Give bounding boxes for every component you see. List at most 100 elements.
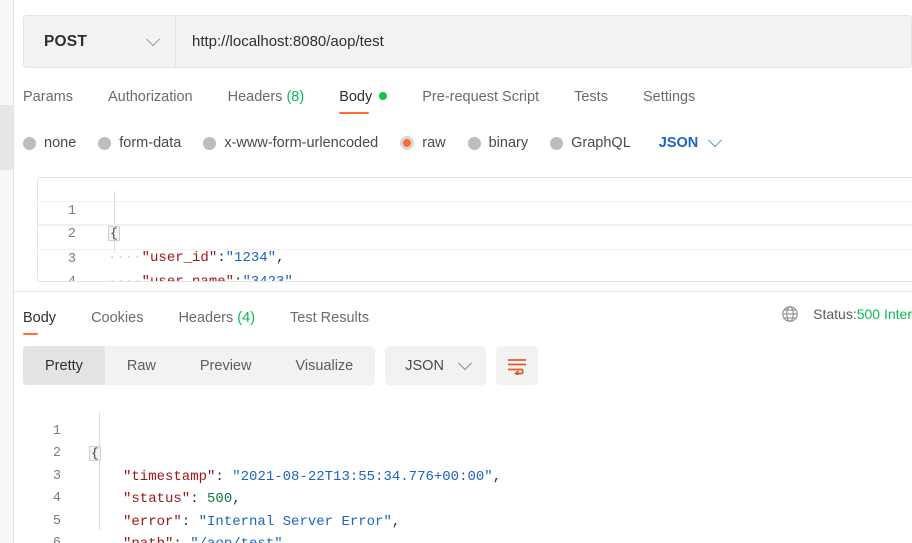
code-line: 3 ····"user_name":"3423"	[38, 225, 912, 250]
response-view-mode-group: Pretty Raw Preview Visualize	[23, 346, 375, 385]
radio-form-data-mark	[98, 137, 111, 150]
view-mode-pretty-label: Pretty	[45, 358, 83, 374]
view-mode-raw[interactable]: Raw	[105, 346, 178, 385]
line-number: 6	[23, 533, 61, 543]
request-body-editor[interactable]: 1 { 2 ····"user_id":"1234", 3 ····"user_…	[37, 177, 912, 282]
code-indent: ····	[108, 274, 142, 282]
radio-form-data[interactable]: form-data	[98, 135, 181, 151]
url-value: http://localhost:8080/aop/test	[192, 33, 384, 50]
radio-graphql-label: GraphQL	[571, 135, 631, 151]
tab-authorization-label: Authorization	[108, 89, 193, 105]
json-colon: :	[173, 536, 190, 543]
tab-body[interactable]: Body	[339, 89, 387, 114]
json-quote-close: "	[274, 536, 282, 543]
response-format-label: JSON	[405, 358, 444, 374]
radio-form-data-label: form-data	[119, 135, 181, 151]
code-line: 1 {	[38, 178, 912, 201]
tab-tests[interactable]: Tests	[574, 89, 608, 114]
tab-params[interactable]: Params	[23, 89, 73, 114]
response-tab-cookies[interactable]: Cookies	[91, 310, 143, 335]
response-tab-cookies-label: Cookies	[91, 310, 143, 326]
tab-headers[interactable]: Headers (8)	[228, 89, 305, 114]
response-toolbar: Pretty Raw Preview Visualize JSON	[23, 346, 538, 385]
view-mode-visualize-label: Visualize	[295, 358, 353, 374]
tab-headers-label: Headers	[228, 89, 283, 105]
http-method-select[interactable]: POST	[24, 16, 176, 67]
green-dot-icon	[379, 92, 387, 100]
response-tab-body[interactable]: Body	[23, 310, 56, 335]
response-tab-headers[interactable]: Headers (4)	[178, 310, 255, 335]
tab-params-label: Params	[23, 89, 73, 105]
word-wrap-icon	[506, 357, 528, 375]
radio-graphql[interactable]: GraphQL	[550, 135, 631, 151]
tab-pre-request-script[interactable]: Pre-request Script	[422, 89, 539, 114]
view-mode-pretty[interactable]: Pretty	[23, 346, 105, 385]
view-mode-preview-label: Preview	[200, 358, 252, 374]
code-line: 4 }	[38, 250, 912, 273]
radio-raw-mark	[400, 136, 414, 150]
code-line: 4 "error": "Internal Server Error",	[23, 466, 912, 489]
radio-raw-label: raw	[422, 135, 445, 151]
code-line: 2 ····"user_id":"1234",	[38, 201, 912, 226]
url-input[interactable]: http://localhost:8080/aop/test	[176, 16, 911, 67]
body-type-radio-group: none form-data x-www-form-urlencoded raw…	[23, 130, 720, 156]
postman-request-response-view: POST http://localhost:8080/aop/test Para…	[0, 0, 912, 543]
tab-authorization[interactable]: Authorization	[108, 89, 193, 114]
json-quote-open: "	[190, 536, 198, 543]
radio-x-www-form-urlencoded-label: x-www-form-urlencoded	[224, 135, 378, 151]
radio-none-mark	[23, 137, 36, 150]
response-tab-test-results[interactable]: Test Results	[290, 310, 369, 335]
globe-icon[interactable]	[781, 305, 799, 323]
radio-none[interactable]: none	[23, 135, 76, 151]
request-pane: POST http://localhost:8080/aop/test Para…	[14, 0, 912, 291]
radio-x-www-form-urlencoded-mark	[203, 137, 216, 150]
tab-body-label: Body	[339, 89, 372, 105]
radio-binary-mark	[468, 137, 481, 150]
status-label: Status:	[813, 306, 857, 322]
line-number: 4	[38, 272, 76, 282]
code-line: 2 "timestamp": "2021-08-22T13:55:34.776+…	[23, 421, 912, 444]
tab-headers-count: (8)	[286, 89, 304, 105]
url-bar: POST http://localhost:8080/aop/test	[23, 15, 912, 68]
chevron-down-icon	[458, 356, 472, 370]
radio-raw[interactable]: raw	[400, 135, 445, 151]
view-mode-visualize[interactable]: Visualize	[273, 346, 375, 385]
status-code: 500 Inter	[857, 306, 912, 322]
request-format-select[interactable]: JSON	[659, 135, 721, 151]
response-tab-test-results-label: Test Results	[290, 310, 369, 326]
response-tab-body-label: Body	[23, 310, 56, 326]
radio-binary-label: binary	[489, 135, 529, 151]
response-tab-headers-count: (4)	[237, 310, 255, 326]
response-format-select[interactable]: JSON	[385, 346, 486, 385]
tab-settings[interactable]: Settings	[643, 89, 695, 114]
tab-settings-label: Settings	[643, 89, 695, 105]
radio-x-www-form-urlencoded[interactable]: x-www-form-urlencoded	[203, 135, 378, 151]
request-format-label: JSON	[659, 135, 699, 151]
code-line: 6 }	[23, 511, 912, 534]
tab-pre-request-script-label: Pre-request Script	[422, 89, 539, 105]
response-pane-divider	[14, 291, 912, 292]
response-status: Status: 500 Inter	[781, 303, 912, 325]
view-mode-preview[interactable]: Preview	[178, 346, 274, 385]
code-line: 5 "path": "/aop/test"	[23, 488, 912, 511]
json-link-value[interactable]: /aop/test	[199, 536, 275, 543]
left-scroll-strip	[0, 0, 13, 543]
request-tabs: Params Authorization Headers (8) Body Pr…	[23, 80, 730, 114]
json-key: "user_name"	[142, 274, 234, 282]
radio-none-label: none	[44, 135, 76, 151]
chevron-down-icon	[146, 32, 160, 46]
sidebar-scrollbar-thumb[interactable]	[0, 105, 13, 170]
http-method-label: POST	[44, 33, 87, 51]
response-body-editor[interactable]: 1 { 2 "timestamp": "2021-08-22T13:55:34.…	[23, 398, 912, 543]
response-tabs: Body Cookies Headers (4) Test Results	[23, 303, 404, 335]
code-line: 1 {	[23, 398, 912, 421]
json-key: "path"	[123, 536, 173, 543]
radio-graphql-mark	[550, 137, 563, 150]
code-line: 3 "status": 500,	[23, 443, 912, 466]
view-mode-raw-label: Raw	[127, 358, 156, 374]
word-wrap-button[interactable]	[496, 346, 538, 385]
tab-tests-label: Tests	[574, 89, 608, 105]
json-value: "3423"	[242, 274, 292, 282]
radio-binary[interactable]: binary	[468, 135, 529, 151]
chevron-down-icon	[708, 133, 722, 147]
